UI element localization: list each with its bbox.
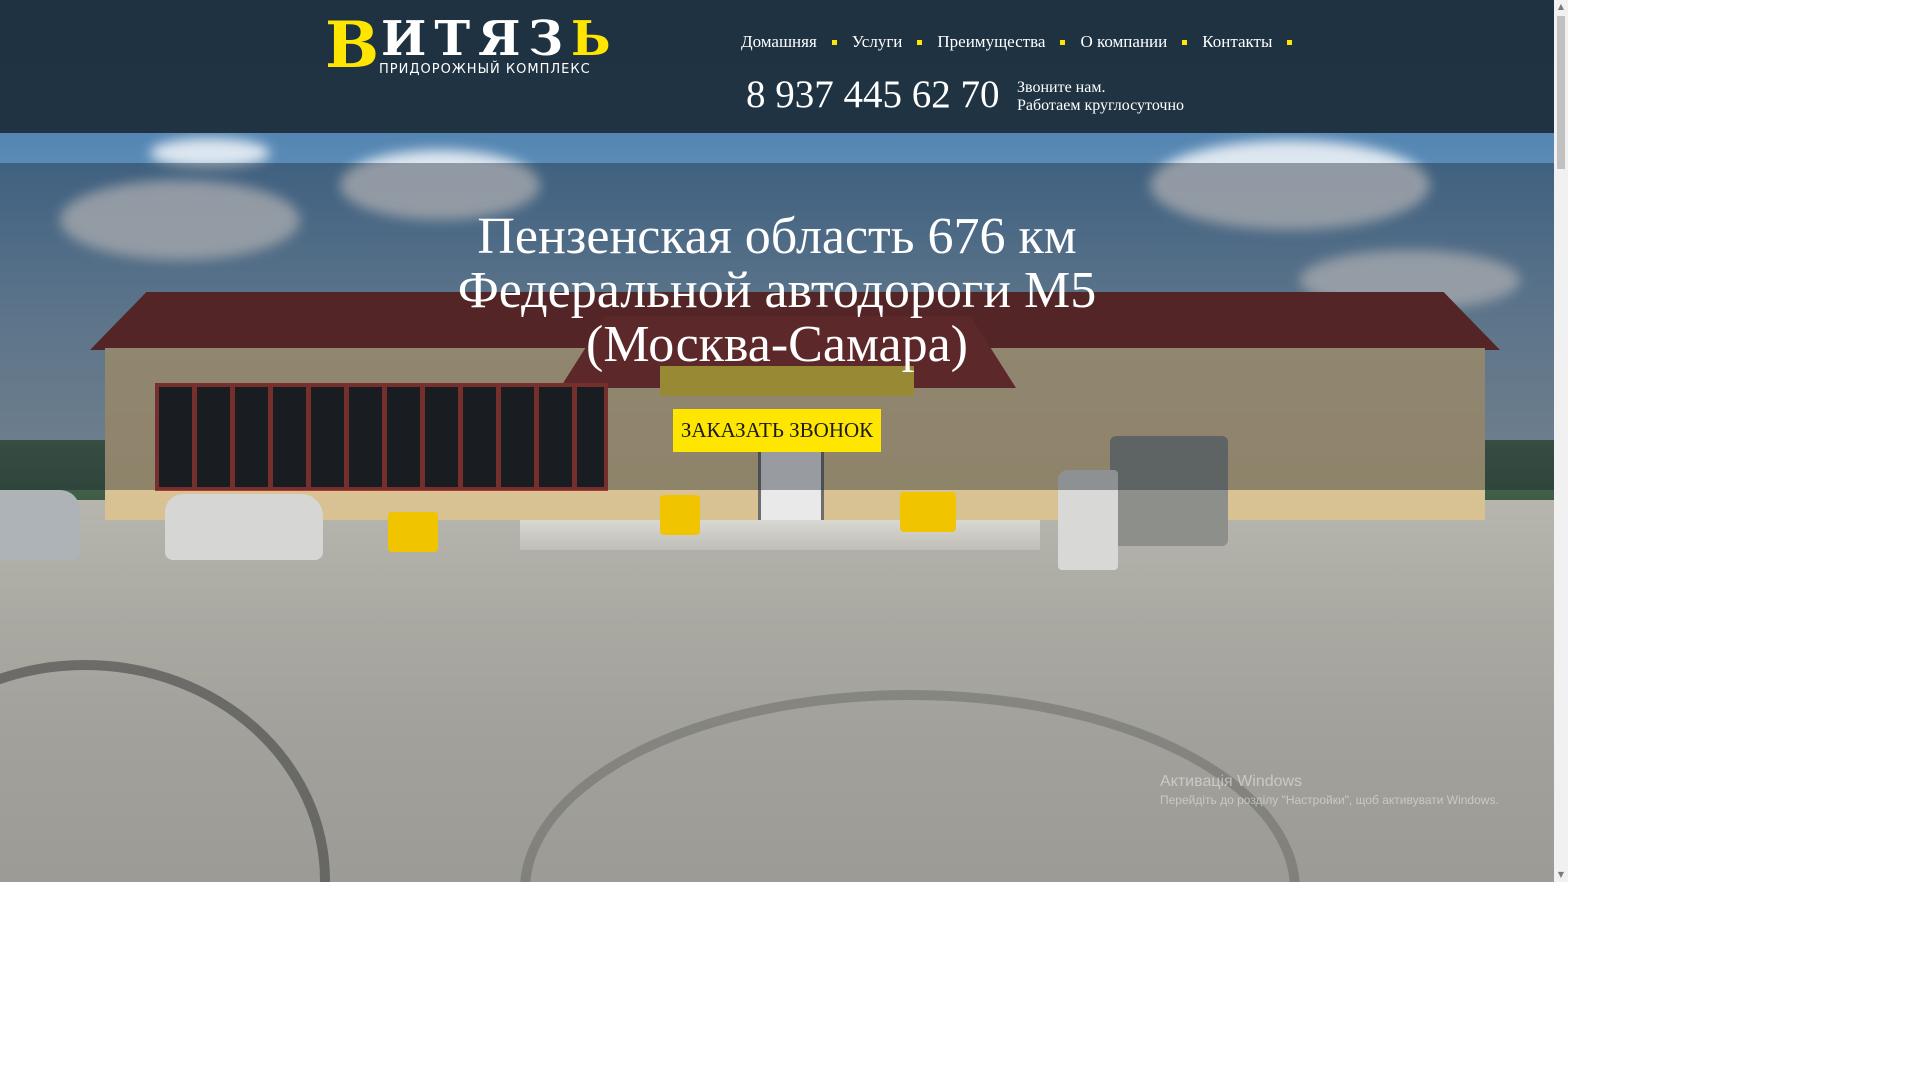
windows-activation-title: Активація Windows (1160, 773, 1303, 790)
nav-separator-dot (831, 39, 837, 45)
nav-item-advantages[interactable]: Преимущества (937, 32, 1045, 52)
chevron-up-icon[interactable]: ▲ (1554, 0, 1568, 14)
logo-wordmark: ИТЯЗЬ (381, 14, 619, 64)
call-note: Звоните нам. Работаем круглосуточно (1017, 79, 1184, 115)
windows-activation-subtitle: Перейдіть до розділу "Настройки", щоб ак… (1160, 793, 1499, 807)
logo-subtitle: ПРИДОРОЖНЫЙ КОМПЛЕКС (379, 62, 591, 77)
nav-item-contacts[interactable]: Контакты (1202, 32, 1272, 52)
page: В ИТЯЗЬ ПРИДОРОЖНЫЙ КОМПЛЕКС Домашняя Ус… (0, 0, 1568, 882)
nav-separator-dot (917, 39, 923, 45)
site-header: В ИТЯЗЬ ПРИДОРОЖНЫЙ КОМПЛЕКС Домашняя Ус… (0, 0, 1554, 133)
call-note-line: Звоните нам. (1017, 79, 1106, 96)
logo-word-end: Ь (571, 11, 619, 67)
scrollbar-thumb[interactable] (1557, 16, 1565, 169)
hero-title-line: (Москва-Самара) (586, 316, 968, 373)
nav-item-services[interactable]: Услуги (852, 32, 903, 52)
site-logo[interactable]: В ИТЯЗЬ ПРИДОРОЖНЫЙ КОМПЛЕКС (325, 8, 611, 83)
nav-separator-dot (1182, 39, 1188, 45)
entrance-steps (520, 520, 1040, 550)
cafe-chairs (900, 492, 956, 532)
cafe-chairs (660, 495, 700, 535)
logo-word: ИТЯЗ (381, 11, 572, 67)
phone-number[interactable]: 8 937 445 62 70 (746, 72, 1000, 117)
nav-item-home[interactable]: Домашняя (741, 32, 817, 52)
order-call-button[interactable]: ЗАКАЗАТЬ ЗВОНОК (673, 409, 881, 452)
parked-car (0, 490, 80, 560)
chevron-down-icon[interactable]: ▼ (1554, 868, 1568, 882)
call-note-hours: Работаем круглосуточно (1017, 97, 1185, 114)
hero-title-line: Пензенская область 676 км (477, 208, 1077, 265)
main-nav: Домашняя Услуги Преимущества О компании … (741, 31, 1307, 53)
nav-separator-dot (1287, 39, 1293, 45)
hero-title: Пензенская область 676 км Федеральной ав… (377, 210, 1177, 372)
nav-item-about[interactable]: О компании (1080, 32, 1167, 52)
hero-title-line: Федеральной автодороги М5 (457, 262, 1097, 319)
page-scrollbar[interactable]: ▲ ▼ (1554, 0, 1568, 882)
cafe-chairs (388, 512, 438, 552)
nav-separator-dot (1060, 39, 1066, 45)
logo-mark: В (325, 8, 380, 83)
parked-car (165, 494, 323, 560)
